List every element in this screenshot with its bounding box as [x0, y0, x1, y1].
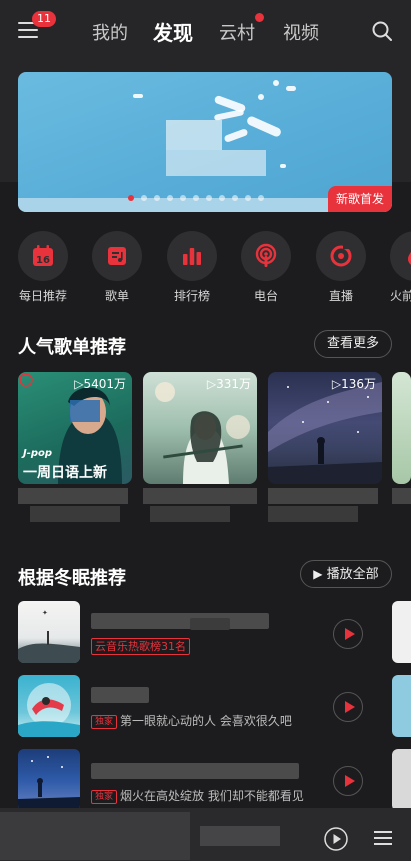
song-cover-art: ✦ [18, 609, 80, 663]
play-count: ▷5401万 [74, 377, 126, 391]
song-subtitle: 云音乐热歌榜31名 [91, 638, 193, 655]
song-title-blurred [91, 687, 149, 703]
tab-cloud-village[interactable]: 云村 [219, 19, 255, 45]
play-count: ▷331万 [206, 377, 251, 391]
banner-dot [141, 195, 147, 201]
quick-label-live: 直播 [328, 289, 353, 303]
song-subtitle: 独家 烟火在高处绽放 我们却不能都看见 [91, 787, 304, 804]
svg-text:✦: ✦ [42, 609, 48, 617]
playlist-title-blurred [268, 506, 358, 522]
song-cover[interactable]: ✦ [18, 601, 80, 663]
calendar-icon: 16 [33, 245, 53, 266]
play-all-button[interactable]: ▶ 播放全部 [300, 560, 392, 588]
next-column-cover[interactable] [392, 601, 411, 663]
quick-label-charts: 排行榜 [173, 289, 210, 303]
playlist-title-blurred [143, 488, 257, 504]
playlist-title-blurred [268, 488, 378, 504]
playlist-card-partial[interactable] [392, 372, 411, 484]
banner-dot [206, 195, 212, 201]
charts-button[interactable]: 排行榜 [167, 231, 217, 304]
quick-label-radio: 电台 [253, 289, 278, 303]
song-play-button[interactable] [333, 692, 363, 722]
song-tag: 云音乐热歌榜31名 [91, 638, 190, 655]
exclusive-tag: 独家 [91, 715, 118, 729]
play-all-icon: ▶ [313, 567, 323, 581]
banner-tag: 新歌首发 [327, 186, 392, 212]
banner-dot [167, 195, 173, 201]
song-title-blurred [91, 763, 299, 779]
chart-bars-icon [183, 248, 201, 265]
radio-icon [255, 243, 277, 267]
playlist-icon [108, 247, 126, 265]
svg-text:16: 16 [36, 255, 50, 266]
song-title-blurred [91, 613, 269, 629]
banner-dot [128, 195, 134, 201]
banner-dot [232, 195, 238, 201]
playlist-button[interactable]: 歌单 [92, 231, 142, 304]
cover-text-jpop: J-pop [23, 448, 53, 459]
mini-player-blurred-info [0, 812, 190, 860]
fire-icon [408, 252, 411, 265]
banner-dot [193, 195, 199, 201]
mini-player-blurred-info [200, 826, 280, 846]
banner-dot [219, 195, 225, 201]
daily-recommend-button[interactable]: 16 每日推荐 [18, 231, 68, 304]
live-button[interactable]: 直播 [316, 231, 366, 304]
song-subtitle: 独家 第一眼就心动的人 会喜欢很久吧 [91, 712, 292, 729]
banner-dot [180, 195, 186, 201]
song-cover[interactable] [18, 675, 80, 737]
song-description: 烟火在高处绽放 我们却不能都看见 [120, 789, 304, 803]
tab-mine[interactable]: 我的 [92, 19, 128, 45]
song-title-blurred [190, 618, 230, 630]
view-more-button[interactable]: 查看更多 [314, 330, 392, 358]
next-column-cover[interactable] [392, 675, 411, 737]
song-cover[interactable] [18, 749, 80, 811]
banner-dot [245, 195, 251, 201]
playlist-title-blurred [30, 506, 120, 522]
banner-dot [154, 195, 160, 201]
playlist-title-blurred [150, 506, 230, 522]
notification-dot [255, 13, 264, 22]
song-play-button[interactable] [333, 766, 363, 796]
exclusive-tag: 独家 [91, 790, 118, 804]
section-title-popular: 人气歌单推荐 [18, 337, 126, 358]
playlist-title-blurred [392, 488, 411, 504]
song-cover-art [18, 683, 80, 737]
quick-label-playlist: 歌单 [104, 289, 129, 303]
tab-video[interactable]: 视频 [283, 19, 319, 45]
next-column-cover[interactable] [392, 749, 411, 811]
live-icon [330, 245, 352, 267]
song-cover-art [18, 756, 80, 811]
top-nav-bar [0, 0, 411, 62]
banner[interactable]: 新歌首发 [18, 72, 392, 212]
fire-button[interactable]: 火前 [390, 231, 411, 304]
menu-badge: 11 [32, 11, 56, 27]
play-all-label: 播放全部 [326, 567, 379, 582]
playlist-card[interactable]: ▷5401万 J-pop 一周日语上新 [18, 372, 132, 484]
radio-button[interactable]: 电台 [241, 231, 291, 304]
tab-discover[interactable]: 发现 [153, 17, 193, 46]
cover-text-title: 一周日语上新 [23, 465, 107, 481]
playlist-card[interactable]: ▷136万 [268, 372, 382, 484]
mini-play-icon[interactable] [324, 827, 348, 851]
playlist-queue-icon[interactable] [372, 828, 394, 848]
song-play-button[interactable] [333, 619, 363, 649]
quick-label-fire: 火前 [390, 289, 411, 303]
quick-label-daily: 每日推荐 [18, 289, 67, 303]
song-description: 第一眼就心动的人 会喜欢很久吧 [120, 714, 292, 728]
playlist-title-blurred [18, 488, 128, 504]
playlist-card[interactable]: ▷331万 [143, 372, 257, 484]
section-title-recommend: 根据冬眠推荐 [18, 568, 126, 589]
banner-dot [258, 195, 264, 201]
search-icon[interactable] [372, 21, 392, 41]
play-count: ▷136万 [331, 377, 376, 391]
